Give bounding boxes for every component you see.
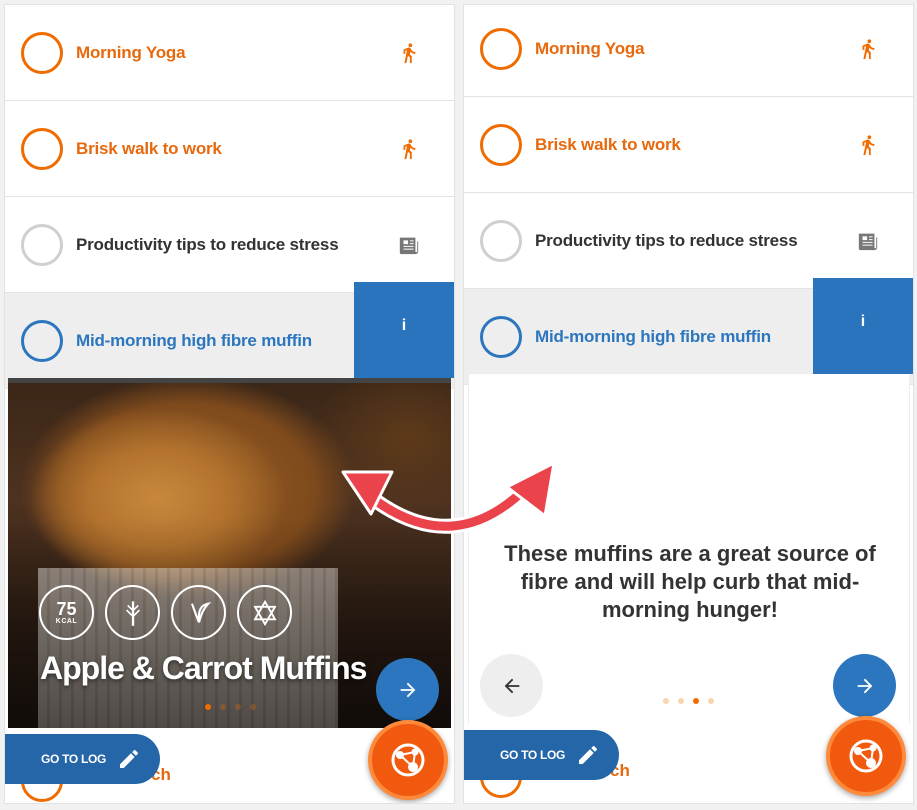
carousel-dot[interactable] [250,704,256,710]
activity-title: Brisk walk to work [76,139,222,158]
activity-row-morning-yoga[interactable]: Morning Yoga [5,5,454,101]
arrow-right-icon [857,678,872,693]
hub-fab-button[interactable] [826,716,906,796]
status-ring[interactable] [480,316,522,358]
carousel-dot[interactable] [235,704,241,710]
status-ring[interactable] [21,224,63,266]
activity-title: Mid-morning high fibre muffin [535,327,771,346]
status-ring[interactable] [21,32,63,74]
info-icon: i [860,313,866,330]
running-icon [862,135,875,156]
hub-fab-button[interactable] [368,720,448,800]
activity-title: Mid-morning high fibre muffin [76,331,312,350]
carousel-dot[interactable] [678,698,684,704]
previous-slide-button[interactable] [480,654,543,717]
running-icon [862,39,875,60]
activity-title: Brisk walk to work [535,135,681,154]
carousel-dots[interactable] [663,698,714,704]
kosher-star-icon [237,585,292,640]
kcal-unit: KCAL [55,618,78,625]
arrow-left-icon [504,678,519,693]
carousel-dot[interactable] [220,704,226,710]
status-ring[interactable] [21,128,63,170]
activity-row-productivity[interactable]: Productivity tips to reduce stress [5,197,454,293]
activity-title: Morning Yoga [535,39,645,58]
carousel-dots[interactable] [205,704,256,710]
activity-title: Productivity tips to reduce stress [76,235,339,254]
hub-network-icon [849,739,883,773]
hub-network-icon [391,743,425,777]
recipe-title: Apple & Carrot Muffins [40,650,367,686]
vegetarian-leaf-icon [171,585,226,640]
running-icon [403,139,416,160]
pencil-icon [579,746,597,764]
info-tab[interactable]: i [813,278,913,381]
activity-row-brisk-walk[interactable]: Brisk walk to work [464,97,913,193]
newspaper-icon [399,237,419,255]
next-slide-button[interactable] [833,654,896,717]
activity-row-productivity[interactable]: Productivity tips to reduce stress [464,193,913,289]
go-to-log-label: GO TO LOG [41,752,107,766]
kcal-value: 75 [56,599,77,619]
status-ring[interactable] [480,28,522,70]
carousel-dot[interactable] [708,698,714,704]
info-icon: i [401,317,407,334]
carousel-dot[interactable] [663,698,669,704]
activity-row-morning-yoga[interactable]: Morning Yoga [464,5,913,97]
status-ring[interactable] [21,320,63,362]
activity-title: Productivity tips to reduce stress [535,231,798,250]
left-screen: Morning Yoga Brisk walk to work Producti… [4,4,455,804]
newspaper-icon [858,233,878,251]
arrow-right-icon [400,682,415,697]
info-tab[interactable]: i [354,282,454,385]
recipe-description: These muffins are a great source of fibr… [504,541,876,622]
recipe-badges: 75 KCAL [39,585,292,640]
activity-row-brisk-walk[interactable]: Brisk walk to work [5,101,454,197]
calories-badge: 75 KCAL [39,585,94,640]
wholegrain-icon [105,585,160,640]
status-ring[interactable] [480,124,522,166]
pencil-icon [120,750,138,768]
go-to-log-label: GO TO LOG [500,748,566,762]
go-to-log-button[interactable]: GO TO LOG [5,734,160,784]
status-ring[interactable] [480,220,522,262]
activity-title: Morning Yoga [76,43,186,62]
go-to-log-button[interactable]: GO TO LOG [464,730,619,780]
right-screen: Morning Yoga Brisk walk to work Producti… [463,4,914,804]
running-icon [403,43,416,64]
next-slide-button[interactable] [376,658,439,721]
carousel-dot[interactable] [205,704,211,710]
carousel-dot[interactable] [693,698,699,704]
